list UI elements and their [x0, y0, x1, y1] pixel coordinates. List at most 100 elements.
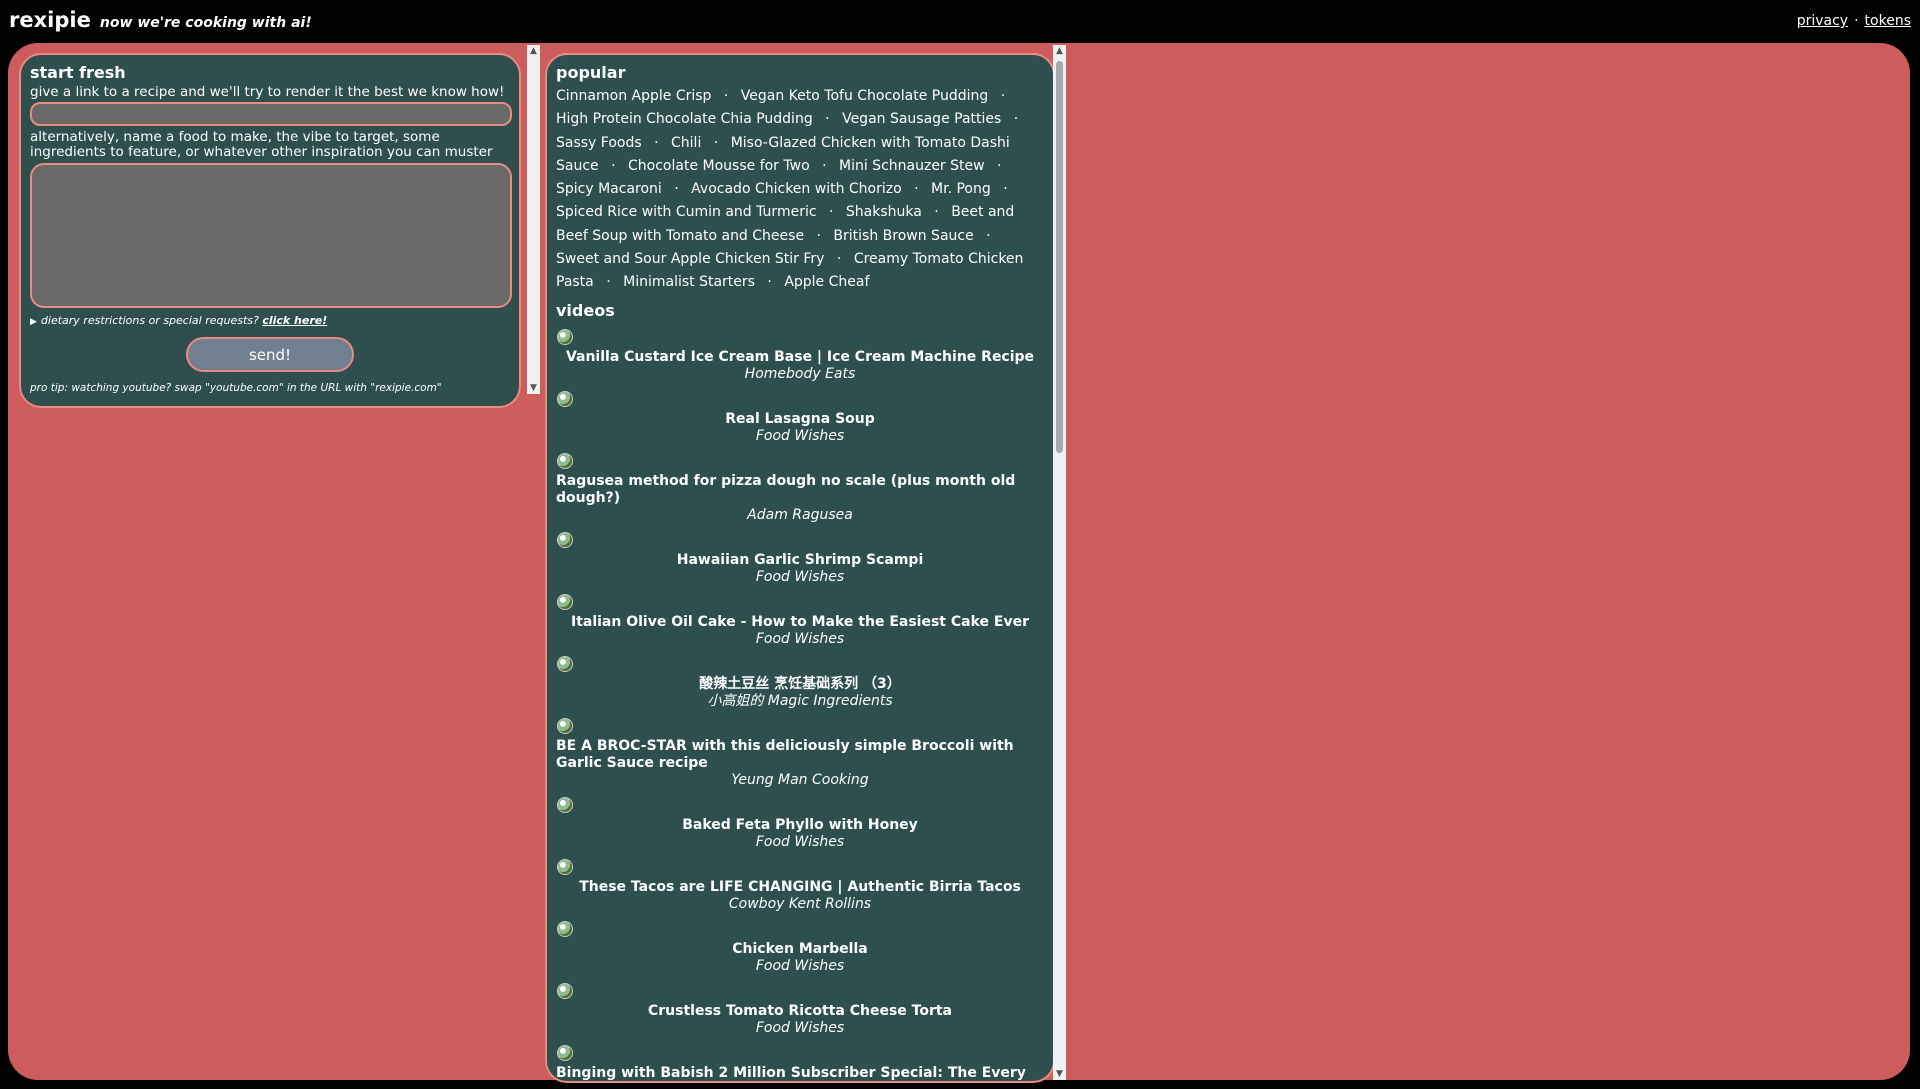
video-title[interactable]: Italian Olive Oil Cake - How to Make the… — [556, 614, 1044, 631]
video-item[interactable]: Italian Olive Oil Cake - How to Make the… — [556, 593, 1044, 648]
video-channel: Adam Ragusea — [747, 506, 853, 523]
popular-recipe-link[interactable]: Apple Cheaf — [784, 274, 869, 290]
video-thumbnail-icon[interactable] — [557, 390, 573, 407]
video-channel: Homebody Eats — [744, 365, 856, 382]
popular-separator: · — [606, 274, 611, 291]
video-thumbnail-icon[interactable] — [557, 717, 573, 734]
video-channel: Food Wishes — [755, 630, 845, 647]
video-title[interactable]: Vanilla Custard Ice Cream Base | Ice Cre… — [556, 349, 1044, 366]
left-panel-scrollbar[interactable]: ▲ ▼ — [527, 45, 540, 394]
privacy-link[interactable]: privacy — [1797, 13, 1848, 29]
popular-separator: · — [934, 204, 939, 221]
popular-recipe-link[interactable]: Spicy Macaroni — [556, 181, 662, 197]
top-links: privacy · tokens — [1797, 13, 1911, 29]
videos-title: videos — [556, 300, 615, 320]
video-channel: 小高姐的 Magic Ingredients — [707, 692, 893, 709]
send-button[interactable]: send! — [186, 337, 354, 372]
video-channel: Food Wishes — [755, 1019, 845, 1036]
popular-separator: · — [986, 227, 991, 244]
scroll-up-arrow-icon[interactable]: ▲ — [527, 45, 540, 57]
popular-list: Cinnamon Apple Crisp · Vegan Keto Tofu C… — [556, 85, 1044, 295]
video-thumbnail-icon[interactable] — [557, 796, 573, 813]
link-separator: · — [1854, 13, 1859, 29]
video-thumbnail-icon[interactable] — [557, 593, 573, 610]
video-thumbnail-icon[interactable] — [557, 920, 573, 937]
video-item[interactable]: Ragusea method for pizza dough no scale … — [556, 452, 1044, 524]
video-channel: Yeung Man Cooking — [731, 771, 869, 788]
popular-recipe-link[interactable]: Vegan Keto Tofu Chocolate Pudding — [741, 88, 988, 104]
video-item[interactable]: 酸辣土豆丝 烹饪基础系列 （3） 小高姐的 Magic Ingredients — [556, 655, 1044, 710]
popular-recipe-link[interactable]: Minimalist Starters — [623, 274, 755, 290]
video-title[interactable]: Crustless Tomato Ricotta Cheese Torta — [556, 1003, 1044, 1020]
discover-panel: popular Cinnamon Apple Crisp · Vegan Ket… — [545, 53, 1055, 1083]
video-item[interactable]: BE A BROC-STAR with this deliciously sim… — [556, 717, 1044, 789]
popular-separator: · — [825, 111, 830, 128]
video-thumbnail-icon[interactable] — [557, 982, 573, 999]
popular-separator: · — [822, 157, 827, 174]
video-title[interactable]: Baked Feta Phyllo with Honey — [556, 817, 1044, 834]
video-title[interactable]: Real Lasagna Soup — [556, 411, 1044, 428]
popular-recipe-link[interactable]: Spiced Rice with Cumin and Turmeric — [556, 204, 817, 220]
popular-separator: · — [674, 181, 679, 198]
popular-recipe-link[interactable]: High Protein Chocolate Chia Pudding — [556, 111, 813, 127]
video-title[interactable]: These Tacos are LIFE CHANGING | Authenti… — [556, 879, 1044, 896]
popular-separator: · — [836, 251, 842, 268]
popular-separator: · — [723, 88, 729, 104]
video-title[interactable]: Ragusea method for pizza dough no scale … — [556, 473, 1044, 507]
video-item[interactable]: Binging with Babish 2 Million Subscriber… — [556, 1044, 1044, 1081]
main-stage: start fresh give a link to a recipe and … — [8, 43, 1910, 1083]
popular-recipe-link[interactable]: Cinnamon Apple Crisp — [556, 88, 711, 104]
scroll-up-arrow-icon[interactable]: ▲ — [1053, 45, 1066, 57]
dietary-link[interactable]: click here! — [262, 314, 327, 327]
popular-separator: · — [1000, 88, 1006, 104]
popular-separator: · — [1003, 181, 1008, 198]
video-item[interactable]: Chicken Marbella Food Wishes — [556, 920, 1044, 975]
video-title[interactable]: Chicken Marbella — [556, 941, 1044, 958]
scroll-thumb[interactable] — [1056, 61, 1063, 453]
video-item[interactable]: Real Lasagna Soup Food Wishes — [556, 390, 1044, 445]
video-channel: Food Wishes — [755, 957, 845, 974]
video-thumbnail-icon[interactable] — [557, 858, 573, 875]
video-title[interactable]: Hawaiian Garlic Shrimp Scampi — [556, 552, 1044, 569]
video-item[interactable]: Hawaiian Garlic Shrimp Scampi Food Wishes — [556, 531, 1044, 586]
video-title[interactable]: 酸辣土豆丝 烹饪基础系列 （3） — [556, 676, 1044, 693]
recipe-url-input[interactable] — [30, 102, 512, 126]
video-item[interactable]: Crustless Tomato Ricotta Cheese Torta Foo… — [556, 982, 1044, 1037]
popular-separator: · — [767, 274, 772, 291]
popular-recipe-link[interactable]: British Brown Sauce — [833, 228, 973, 244]
video-title[interactable]: BE A BROC-STAR with this deliciously sim… — [556, 738, 1044, 772]
video-thumbnail-icon[interactable] — [557, 655, 573, 672]
video-list: Vanilla Custard Ice Cream Base | Ice Cre… — [556, 328, 1044, 1081]
popular-recipe-link[interactable]: Mr. Pong — [931, 181, 991, 197]
scroll-down-arrow-icon[interactable]: ▼ — [527, 382, 540, 394]
popular-separator: · — [713, 134, 719, 151]
video-thumbnail-icon[interactable] — [557, 531, 573, 548]
popular-recipe-link[interactable]: Vegan Sausage Patties — [842, 111, 1001, 127]
dietary-text: dietary restrictions or special requests… — [40, 314, 259, 327]
video-title[interactable]: Binging with Babish 2 Million Subscriber… — [556, 1065, 1044, 1081]
idea-textarea[interactable] — [30, 163, 512, 308]
popular-recipe-link[interactable]: Sassy Foods — [556, 135, 642, 151]
scroll-down-arrow-icon[interactable]: ▼ — [1053, 1068, 1066, 1080]
popular-recipe-link[interactable]: Shakshuka — [846, 204, 922, 220]
video-thumbnail-icon[interactable] — [557, 1044, 573, 1061]
video-item[interactable]: Vanilla Custard Ice Cream Base | Ice Cre… — [556, 328, 1044, 383]
brand-name[interactable]: rexipie — [9, 8, 91, 32]
popular-separator: · — [828, 204, 834, 221]
video-item[interactable]: These Tacos are LIFE CHANGING | Authenti… — [556, 858, 1044, 913]
popular-separator: · — [997, 157, 1002, 174]
popular-recipe-link[interactable]: Chocolate Mousse for Two — [628, 158, 810, 174]
popular-recipe-link[interactable]: Sweet and Sour Apple Chicken Stir Fry — [556, 251, 824, 267]
dietary-toggle[interactable]: ▶ dietary restrictions or special request… — [30, 314, 510, 327]
tokens-link[interactable]: tokens — [1865, 13, 1911, 29]
video-item[interactable]: Baked Feta Phyllo with Honey Food Wishes — [556, 796, 1044, 851]
popular-recipe-link[interactable]: Chili — [671, 135, 701, 151]
mid-panel-scrollbar[interactable]: ▲ ▼ — [1053, 45, 1066, 1080]
video-thumbnail-icon[interactable] — [557, 328, 573, 345]
popular-recipe-link[interactable]: Mini Schnauzer Stew — [839, 158, 985, 174]
video-thumbnail-icon[interactable] — [557, 452, 573, 469]
video-channel: Food Wishes — [755, 833, 845, 850]
popular-recipe-link[interactable]: Avocado Chicken with Chorizo — [691, 181, 902, 197]
popular-separator: · — [816, 227, 821, 244]
disclosure-triangle-icon[interactable]: ▶ — [30, 317, 37, 327]
